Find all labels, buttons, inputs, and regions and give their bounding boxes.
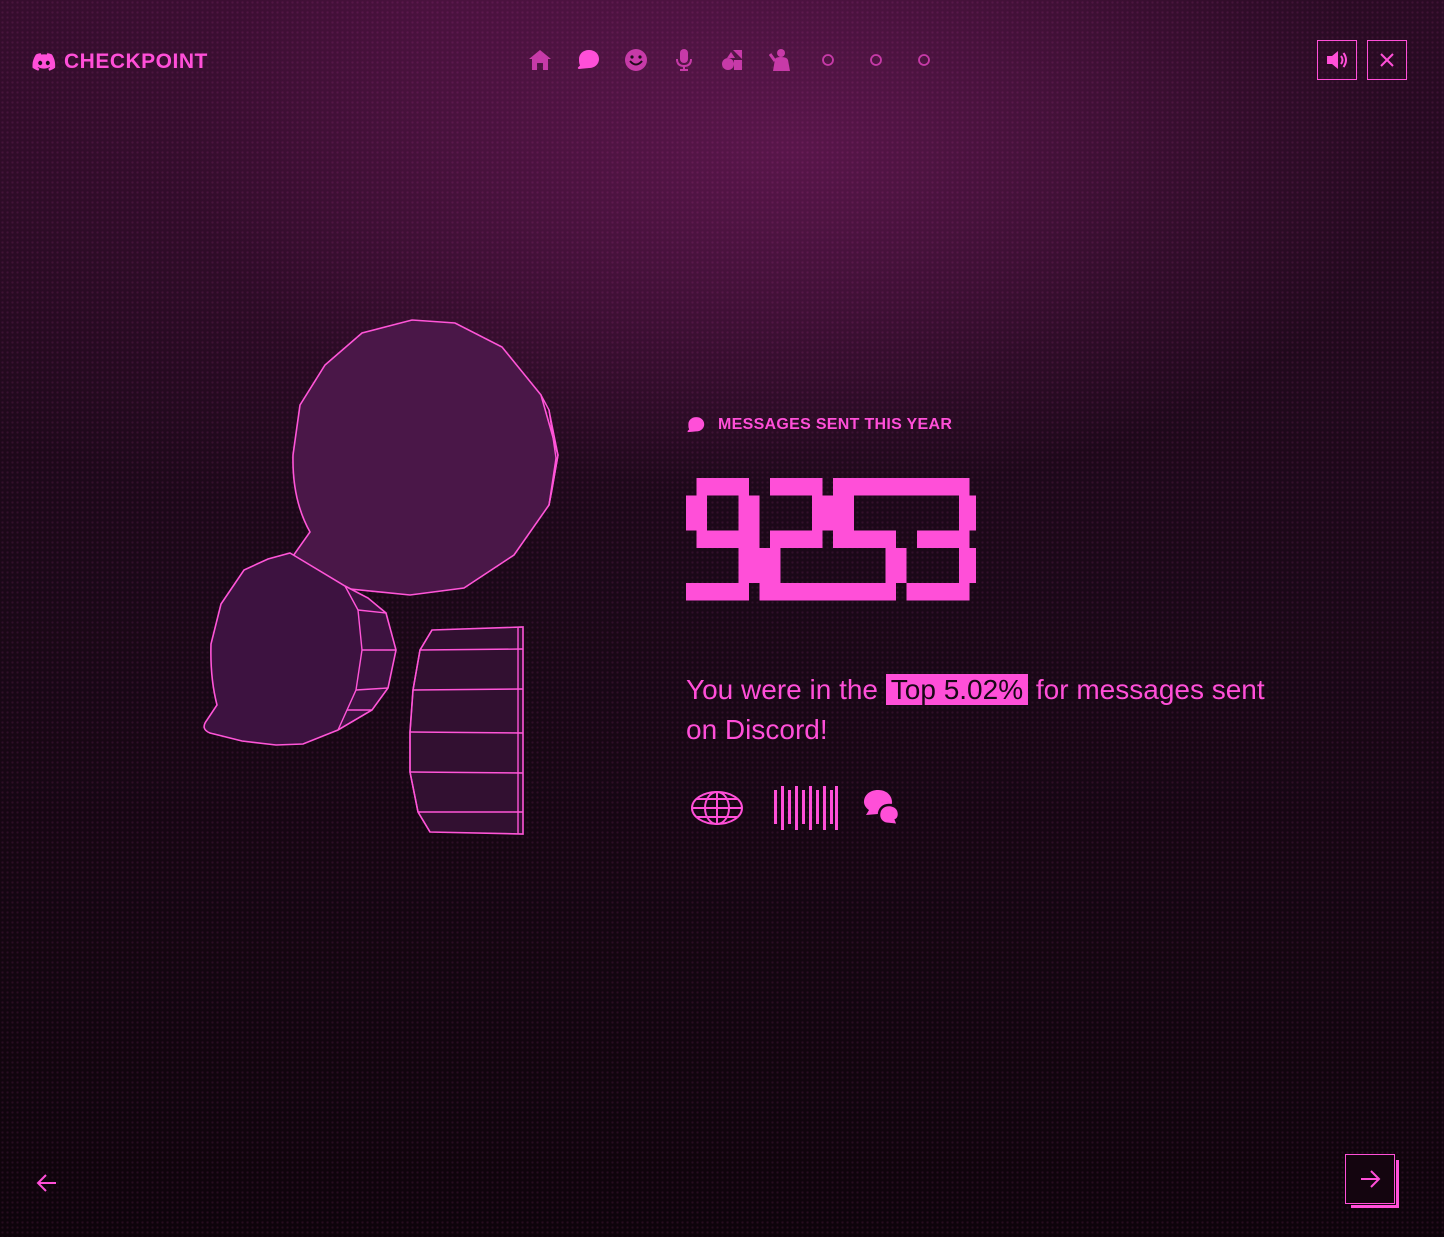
chat-bubble-icon: [687, 417, 705, 433]
stat-value: 9253: [686, 478, 976, 601]
person-icon: [769, 49, 790, 71]
nav-item-step-9[interactable]: [900, 46, 948, 74]
nav-item-activities[interactable]: [708, 46, 756, 74]
pixel-digit: [759, 478, 833, 601]
brand-name: CHECKPOINT: [64, 50, 208, 73]
speaker-icon: [1327, 51, 1347, 69]
desc-text-before: You were in the: [686, 674, 886, 705]
brand-logo[interactable]: CHECKPOINT: [32, 50, 208, 74]
nav-item-voice[interactable]: [660, 46, 708, 74]
close-icon: [1380, 53, 1394, 67]
progress-nav: [516, 46, 948, 74]
microphone-icon: [676, 49, 692, 71]
nav-item-home[interactable]: [516, 46, 564, 74]
barcode-badge-icon: [774, 786, 838, 830]
globe-badge-icon: [691, 791, 743, 825]
nav-item-step-8[interactable]: [852, 46, 900, 74]
nav-item-messages[interactable]: [564, 46, 612, 74]
circle-icon: [870, 54, 882, 66]
stat-label: MESSAGES SENT THIS YEAR: [686, 416, 952, 434]
chat-bubbles-badge-icon: [864, 790, 901, 827]
sound-toggle-button[interactable]: [1317, 40, 1357, 80]
close-button[interactable]: [1367, 40, 1407, 80]
nav-item-friends[interactable]: [756, 46, 804, 74]
pixel-digit: [906, 478, 976, 601]
arrow-right-icon: [1361, 1170, 1381, 1188]
home-icon: [529, 50, 551, 70]
badge-row: [690, 784, 902, 832]
chat-bubbles-illustration: [203, 319, 559, 835]
pixel-digit: [686, 478, 760, 601]
stat-description: You were in the Top 5.02% for messages s…: [686, 670, 1286, 750]
shapes-icon: [722, 50, 742, 70]
stat-label-text: MESSAGES SENT THIS YEAR: [718, 416, 953, 433]
next-button-wrapper: [1345, 1154, 1401, 1210]
next-button[interactable]: [1345, 1154, 1395, 1204]
circle-icon: [822, 54, 834, 66]
discord-logo-icon: [32, 53, 56, 71]
chat-bubble-icon: [577, 50, 599, 69]
circle-icon: [918, 54, 930, 66]
nav-item-emoji[interactable]: [612, 46, 660, 74]
percentile-highlight: Top 5.02%: [885, 674, 1029, 705]
previous-button[interactable]: [30, 1166, 64, 1200]
pixel-digit: [833, 478, 907, 601]
smiley-icon: [625, 49, 647, 71]
arrow-left-icon: [36, 1174, 56, 1192]
nav-item-step-7[interactable]: [804, 46, 852, 74]
